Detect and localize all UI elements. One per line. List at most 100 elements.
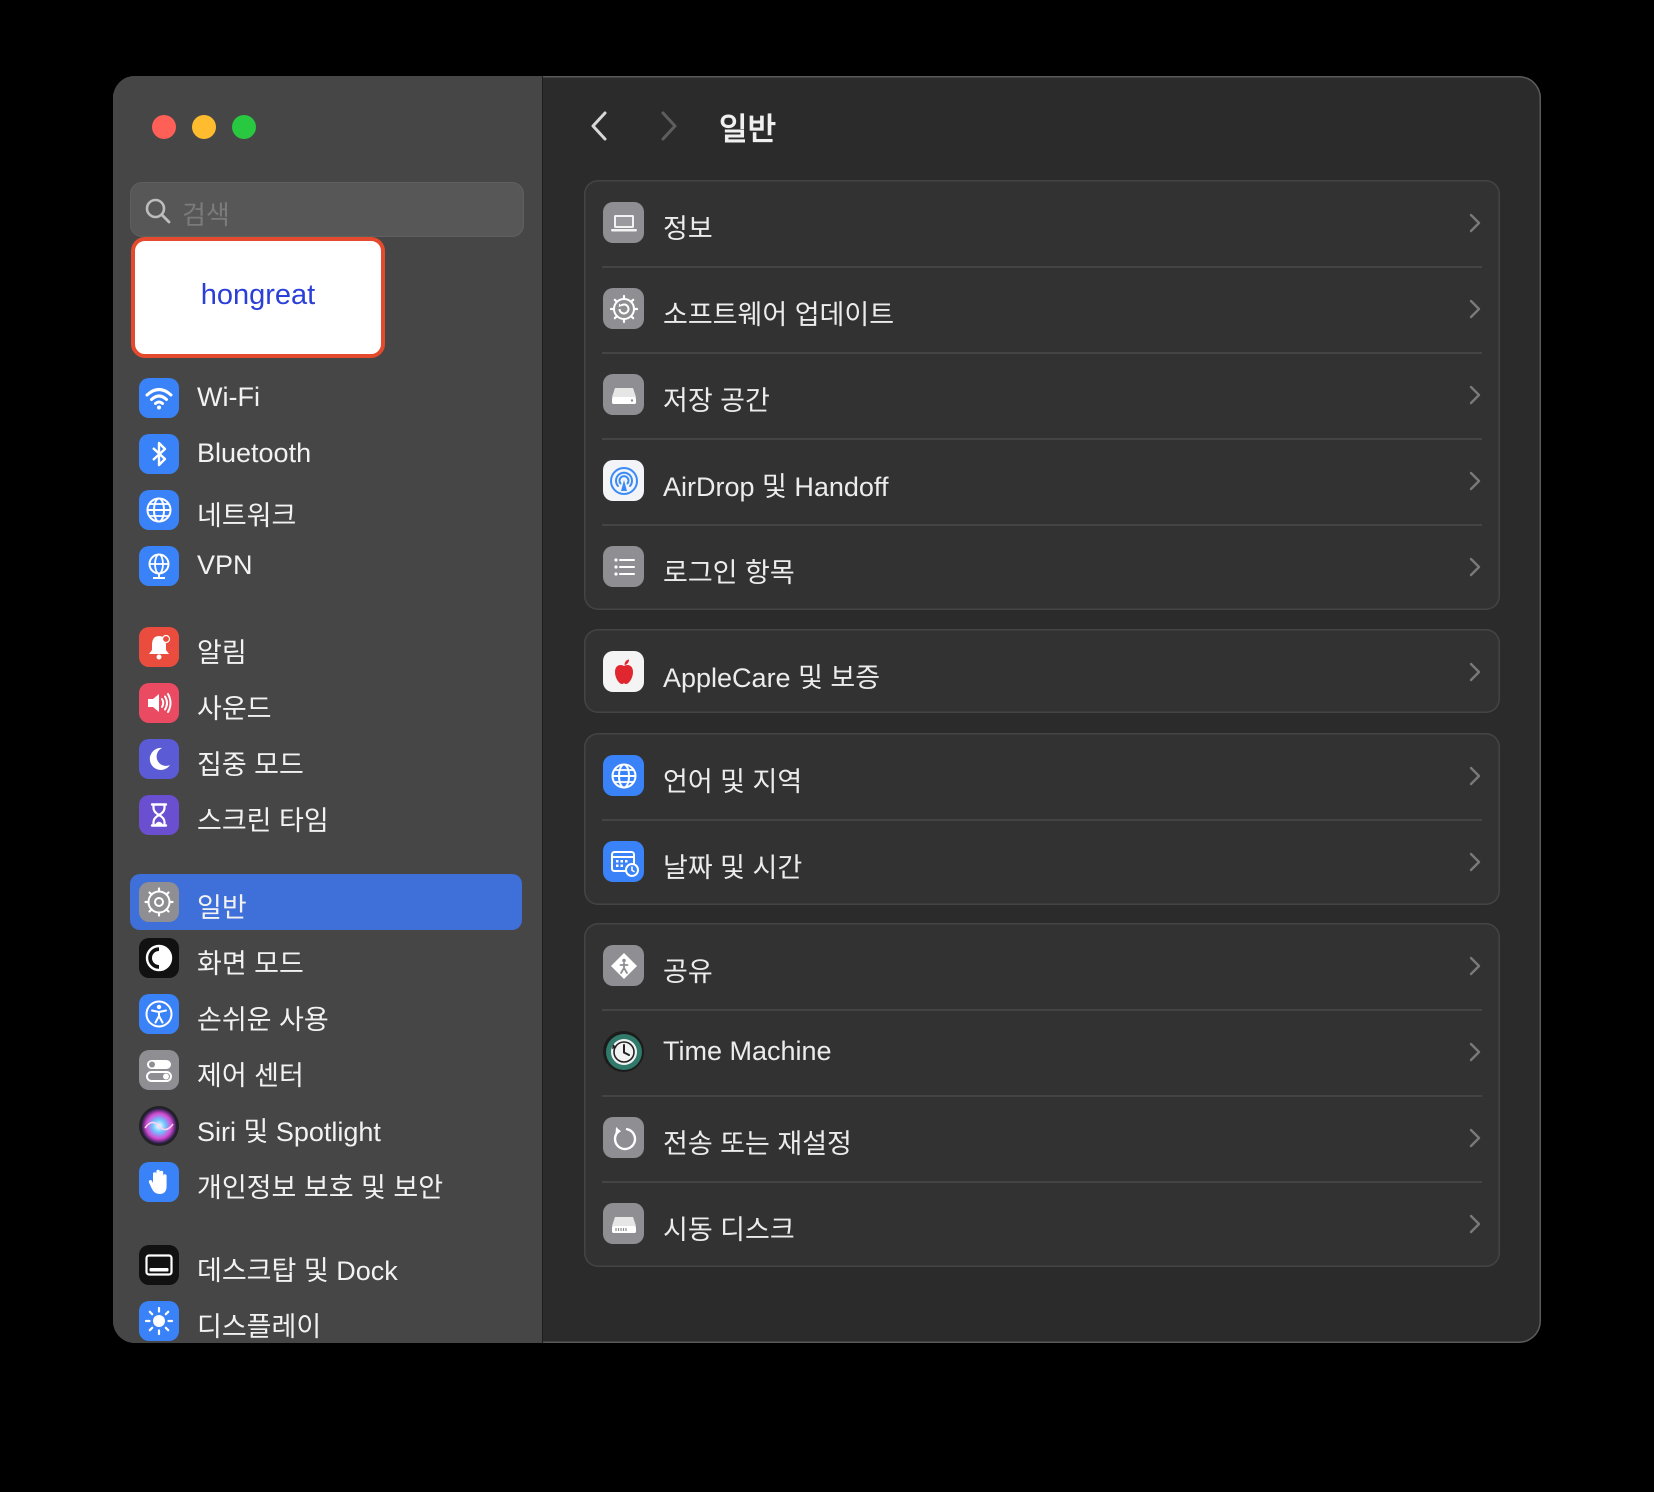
row-date-time[interactable]: 날짜 및 시간 <box>584 819 1500 905</box>
search-icon <box>145 198 171 224</box>
row-sharing[interactable]: 공유 <box>584 923 1500 1009</box>
sidebar-item-label: 사운드 <box>197 694 272 724</box>
row-label: Time Machine <box>663 1036 832 1066</box>
sidebar-item-label: Siri 및 Spotlight <box>197 1117 381 1147</box>
forward-chevron-icon[interactable] <box>657 108 681 144</box>
gear-icon <box>139 882 179 922</box>
sidebar-item-label: 디스플레이 <box>197 1312 322 1342</box>
settings-group-applecare: AppleCare 및 보증 <box>584 629 1500 713</box>
search-input[interactable]: 검색 <box>130 182 524 237</box>
row-startup-disk[interactable]: 시동 디스크 <box>584 1181 1500 1267</box>
sidebar-item-desktop-dock[interactable]: 데스크탑 및 Dock <box>130 1237 522 1293</box>
row-label: 공유 <box>663 957 713 987</box>
speaker-icon <box>139 683 179 723</box>
globe-icon <box>139 490 179 530</box>
accessibility-icon <box>139 994 179 1034</box>
time-machine-icon <box>603 1031 644 1072</box>
profile-card[interactable]: hongreat <box>131 237 385 358</box>
row-storage[interactable]: 저장 공간 <box>584 352 1500 438</box>
sidebar-item-appearance[interactable]: 화면 모드 <box>130 930 522 986</box>
gear-update-icon <box>603 288 644 329</box>
chevron-right-icon <box>1469 1128 1481 1148</box>
row-about[interactable]: 정보 <box>584 180 1500 266</box>
list-icon <box>603 546 644 587</box>
calendar-clock-icon <box>603 841 644 882</box>
globe-icon <box>603 755 644 796</box>
sidebar-item-privacy-security[interactable]: 개인정보 보호 및 보안 <box>130 1154 522 1210</box>
sidebar-item-wifi[interactable]: Wi-Fi <box>130 370 522 426</box>
chevron-right-icon <box>1469 557 1481 577</box>
sidebar-item-label: Wi-Fi <box>197 382 260 412</box>
row-label: 소프트웨어 업데이트 <box>663 300 895 330</box>
row-applecare[interactable]: AppleCare 및 보증 <box>584 629 1500 713</box>
row-label: AirDrop 및 Handoff <box>663 472 889 502</box>
sidebar-item-screen-time[interactable]: 스크린 타임 <box>130 787 522 843</box>
row-label: 저장 공간 <box>663 386 770 416</box>
moon-icon <box>139 739 179 779</box>
vpn-globe-icon <box>139 546 179 586</box>
dock-icon <box>139 1245 179 1285</box>
row-transfer-reset[interactable]: 전송 또는 재설정 <box>584 1095 1500 1181</box>
bluetooth-icon <box>139 434 179 474</box>
chevron-right-icon <box>1469 213 1481 233</box>
chevron-right-icon <box>1469 385 1481 405</box>
chevron-right-icon <box>1469 299 1481 319</box>
sidebar-item-label: 손쉬운 사용 <box>197 1005 329 1035</box>
chevron-right-icon <box>1469 956 1481 976</box>
minimize-window-button[interactable] <box>192 115 216 139</box>
sidebar-item-notifications[interactable]: 알림 <box>130 619 522 675</box>
sidebar-item-bluetooth[interactable]: Bluetooth <box>130 426 522 482</box>
apple-icon <box>603 651 644 692</box>
back-chevron-icon[interactable] <box>587 108 611 144</box>
sidebar-item-label: VPN <box>197 550 253 580</box>
sidebar-item-label: 스크린 타임 <box>197 806 329 836</box>
hand-icon <box>139 1162 179 1202</box>
sidebar-item-network[interactable]: 네트워크 <box>130 482 522 538</box>
sidebar-item-siri-spotlight[interactable]: Siri 및 Spotlight <box>130 1098 522 1154</box>
sidebar-item-label: 개인정보 보호 및 보안 <box>197 1173 444 1203</box>
row-login-items[interactable]: 로그인 항목 <box>584 524 1500 610</box>
sidebar-item-displays[interactable]: 디스플레이 <box>130 1293 522 1343</box>
row-airdrop-handoff[interactable]: AirDrop 및 Handoff <box>584 438 1500 524</box>
chevron-right-icon <box>1469 1042 1481 1062</box>
sidebar-item-label: 일반 <box>197 893 247 923</box>
siri-icon <box>139 1106 179 1146</box>
drive-icon <box>603 374 644 415</box>
settings-group-language: 언어 및 지역 날짜 및 시간 <box>584 733 1500 905</box>
sharing-icon <box>603 945 644 986</box>
sidebar-item-label: 화면 모드 <box>197 949 304 979</box>
row-time-machine[interactable]: Time Machine <box>584 1009 1500 1095</box>
appearance-icon <box>139 938 179 978</box>
sidebar-item-focus[interactable]: 집중 모드 <box>130 731 522 787</box>
startup-disk-icon <box>603 1203 644 1244</box>
sidebar-item-accessibility[interactable]: 손쉬운 사용 <box>130 986 522 1042</box>
row-software-update[interactable]: 소프트웨어 업데이트 <box>584 266 1500 352</box>
chevron-right-icon <box>1469 852 1481 872</box>
row-language-region[interactable]: 언어 및 지역 <box>584 733 1500 819</box>
sidebar-item-vpn[interactable]: VPN <box>130 538 522 594</box>
laptop-icon <box>603 202 644 243</box>
sidebar-item-label: 알림 <box>197 638 247 668</box>
wifi-icon <box>139 378 179 418</box>
sidebar-item-sound[interactable]: 사운드 <box>130 675 522 731</box>
sun-icon <box>139 1301 179 1341</box>
toggles-icon <box>139 1050 179 1090</box>
row-label: 정보 <box>663 214 713 244</box>
row-label: 전송 또는 재설정 <box>663 1129 852 1159</box>
settings-group-about: 정보 소프트웨어 업데이트 저장 공간 AirDrop 및 Handoff 로그… <box>584 180 1500 610</box>
profile-name: hongreat <box>200 279 316 311</box>
airdrop-icon <box>603 460 644 501</box>
bell-icon <box>139 627 179 667</box>
chevron-right-icon <box>1469 662 1481 682</box>
settings-window: 검색 hongreat Wi-Fi Bluetooth 네트워크 VPN 알림 … <box>113 76 1541 1343</box>
chevron-right-icon <box>1469 471 1481 491</box>
zoom-window-button[interactable] <box>232 115 256 139</box>
row-label: 날짜 및 시간 <box>663 853 803 883</box>
sidebar-item-general[interactable]: 일반 <box>130 874 522 930</box>
page-title: 일반 <box>719 112 777 147</box>
sidebar: 검색 hongreat Wi-Fi Bluetooth 네트워크 VPN 알림 … <box>113 76 543 1343</box>
sidebar-item-control-center[interactable]: 제어 센터 <box>130 1042 522 1098</box>
row-label: 시동 디스크 <box>663 1215 795 1245</box>
sidebar-item-label: 제어 센터 <box>197 1061 304 1091</box>
close-window-button[interactable] <box>152 115 176 139</box>
